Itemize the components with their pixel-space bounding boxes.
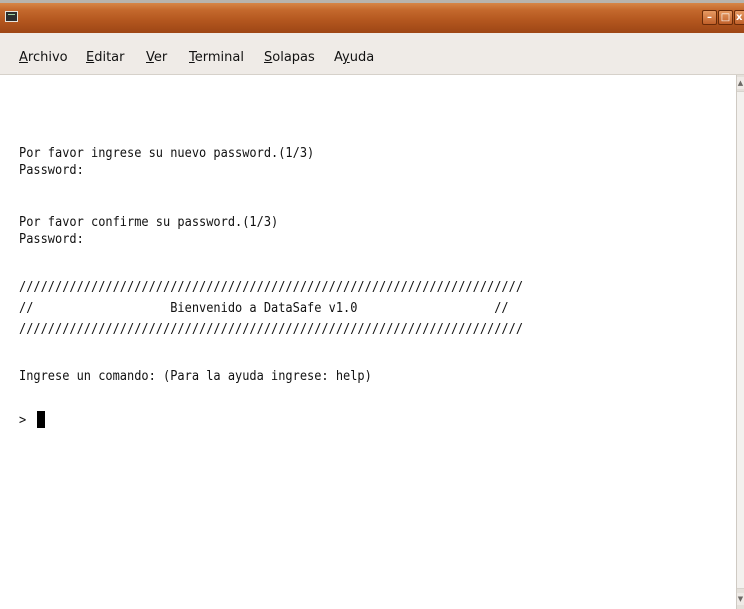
terminal-line: Ingrese un comando: (Para la ayuda ingre…	[19, 369, 372, 384]
terminal-output[interactable]: Por favor ingrese su nuevo password.(1/3…	[0, 75, 736, 609]
menu-label: erminal	[194, 50, 244, 65]
menu-label: ditar	[94, 50, 125, 65]
maximize-button[interactable]: □	[718, 10, 733, 25]
menu-mnemonic: A	[19, 50, 28, 65]
scroll-down-arrow-icon[interactable]: ▼	[737, 593, 744, 605]
scroll-up-arrow-icon[interactable]: ▲	[737, 77, 744, 89]
menu-mnemonic: V	[146, 50, 154, 65]
menu-editar[interactable]: Editar	[86, 50, 125, 65]
close-button[interactable]: x	[734, 10, 744, 25]
menu-mnemonic: E	[86, 50, 95, 65]
vertical-scrollbar[interactable]: ▲ ▼	[736, 75, 744, 609]
menu-solapas[interactable]: Solapas	[264, 50, 315, 65]
menu-bar: Archivo Editar Ver Terminal Solapas Ayud…	[0, 33, 744, 75]
terminal-line: Password:	[19, 232, 84, 247]
terminal-line: Password:	[19, 163, 84, 178]
menu-label: olapas	[272, 50, 315, 65]
terminal-line: ////////////////////////////////////////…	[19, 322, 524, 337]
window-titlebar[interactable]: – □ x	[0, 0, 744, 33]
menu-mnemonic: y	[342, 50, 350, 65]
menu-ver[interactable]: Ver	[146, 50, 167, 65]
scrollbar-thumb[interactable]	[737, 91, 744, 589]
terminal-line: Por favor confirme su password.(1/3)	[19, 215, 279, 230]
titlebar-top-edge	[0, 0, 744, 3]
menu-ayuda[interactable]: Ayuda	[334, 50, 374, 65]
menu-label-prefix: A	[334, 50, 343, 65]
menu-label: er	[153, 50, 168, 65]
menu-label: rchivo	[27, 50, 68, 65]
terminal-line: ////////////////////////////////////////…	[19, 280, 524, 295]
terminal-app-icon[interactable]	[5, 11, 18, 22]
minimize-button[interactable]: –	[702, 10, 717, 25]
menu-label: uda	[349, 50, 375, 65]
menu-terminal[interactable]: Terminal	[189, 50, 244, 65]
terminal-line: // Bienvenido a DataSafe v1.0 //	[19, 301, 509, 316]
text-cursor	[37, 411, 45, 428]
terminal-line: Por favor ingrese su nuevo password.(1/3…	[19, 146, 315, 161]
menu-archivo[interactable]: Archivo	[19, 50, 68, 65]
terminal-prompt: >	[19, 413, 27, 428]
